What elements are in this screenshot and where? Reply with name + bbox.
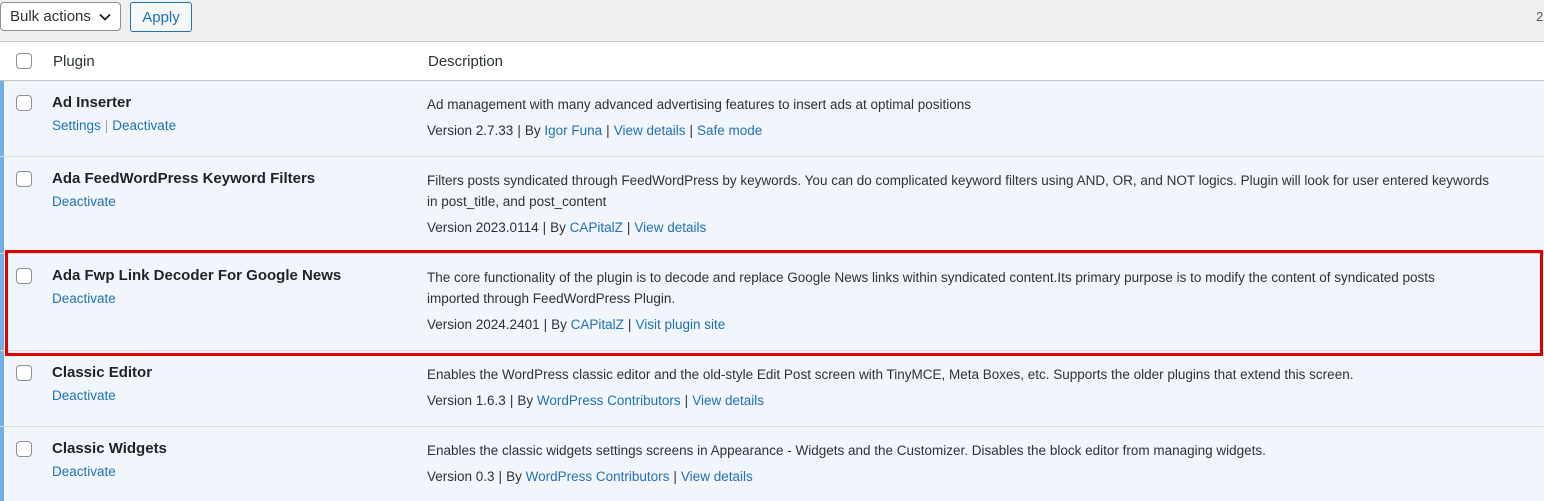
meta-separator: | [673, 469, 677, 484]
plugin-title: Classic Editor [52, 364, 153, 381]
plugin-checkbox[interactable] [16, 365, 32, 381]
plugin-row-ada-feedwordpress-keyword-filters: Ada FeedWordPress Keyword Filters Deacti… [0, 157, 1544, 254]
description-text: Enables the WordPress classic editor and… [427, 367, 1354, 382]
plugin-meta: Version 2023.0114 | By CAPitalZ | View detai… [427, 220, 706, 235]
plugin-meta: Version 1.6.3 | By WordPress Contributors |… [427, 393, 764, 408]
plugin-version: Version 2023.0114 [427, 220, 539, 235]
plugin-version: Version 2.7.33 [427, 123, 514, 138]
plugin-row-classic-widgets: Classic Widgets Deactivate Enables the c… [0, 427, 1544, 501]
tablenav-top: Bulk actions Apply 2 [0, 0, 1544, 38]
item-count: 2 [1536, 9, 1544, 24]
by-label: By [550, 220, 566, 235]
plugin-row-ad-inserter: Ad Inserter Settings | Deactivate Ad manag… [0, 81, 1544, 157]
plugin-description: Enables the WordPress classic editor and… [427, 364, 1544, 385]
author-link[interactable]: CAPitalZ [571, 317, 624, 332]
meta-separator: | [517, 123, 521, 138]
column-header-plugin: Plugin [53, 53, 95, 70]
bulk-actions-label: Bulk actions [10, 8, 91, 25]
description-text: Filters posts syndicated through FeedWor… [427, 173, 1489, 188]
meta-separator: | [606, 123, 610, 138]
deactivate-link[interactable]: Deactivate [52, 388, 116, 403]
meta-separator: | [543, 317, 548, 332]
description-text: imported through FeedWordPress Plugin. [427, 291, 676, 306]
plugin-title: Ada FeedWordPress Keyword Filters [52, 170, 316, 187]
view-details-link[interactable]: View details [681, 469, 753, 484]
plugin-description: Enables the classic widgets settings scr… [427, 440, 1544, 461]
plugins-table: Plugin Description Ad Inserter Settings |… [0, 41, 1544, 501]
chevron-down-icon [99, 13, 111, 21]
plugin-version: Version 1.6.3 [427, 393, 506, 408]
by-label: By [551, 317, 567, 332]
plugin-version: Version 0.3 [427, 469, 495, 484]
apply-button[interactable]: Apply [130, 2, 192, 32]
by-label: By [506, 469, 522, 484]
description-text: in post_title, and post_content [427, 194, 607, 209]
column-header-description: Description [428, 53, 504, 70]
plugin-checkbox[interactable] [16, 95, 32, 111]
row-actions: Deactivate [52, 291, 116, 306]
deactivate-link[interactable]: Deactivate [52, 291, 116, 306]
author-link[interactable]: CAPitalZ [570, 220, 623, 235]
view-details-link[interactable]: View details [634, 220, 706, 235]
row-actions: Deactivate [52, 464, 116, 479]
select-all-checkbox[interactable] [16, 53, 32, 69]
plugin-checkbox[interactable] [16, 171, 32, 187]
plugin-meta: Version 2024.2401 | By CAPitalZ | Visit plug… [427, 317, 725, 332]
visit-plugin-site-link[interactable]: Visit plugin site [635, 317, 725, 332]
description-text: Enables the classic widgets settings scr… [427, 443, 1266, 458]
meta-separator: | [542, 220, 547, 235]
description-text: Ad management with many advanced adverti… [427, 97, 972, 112]
plugin-meta: Version 0.3 | By WordPress Contributors | Vi… [427, 469, 753, 484]
deactivate-link[interactable]: Deactivate [52, 464, 116, 479]
meta-separator: | [509, 393, 514, 408]
plugin-checkbox[interactable] [16, 268, 32, 284]
view-details-link[interactable]: View details [614, 123, 686, 138]
deactivate-link[interactable]: Deactivate [52, 194, 116, 209]
row-actions: Settings | Deactivate [52, 118, 176, 133]
settings-link[interactable]: Settings [52, 118, 101, 133]
meta-separator: | [684, 393, 689, 408]
author-link[interactable]: Igor Funa [544, 123, 602, 138]
plugin-row-ada-fwp-link-decoder: Ada Fwp Link Decoder For Google News Dea… [0, 254, 1544, 351]
plugin-description: Filters posts syndicated through FeedWor… [427, 170, 1544, 212]
meta-separator: | [627, 317, 632, 332]
plugin-title: Ada Fwp Link Decoder For Google News [52, 267, 342, 284]
deactivate-link[interactable]: Deactivate [112, 118, 176, 133]
by-label: By [517, 393, 534, 408]
author-link[interactable]: WordPress Contributors [526, 469, 670, 484]
plugin-description: Ad management with many advanced adverti… [427, 94, 1544, 115]
meta-separator: | [626, 220, 631, 235]
plugin-version: Version 2024.2401 [427, 317, 540, 332]
table-header: Plugin Description [0, 42, 1544, 81]
safe-mode-link[interactable]: Safe mode [697, 123, 762, 138]
view-details-link[interactable]: View details [692, 393, 764, 408]
row-actions: Deactivate [52, 194, 116, 209]
plugin-row-classic-editor: Classic Editor Deactivate Enables the Wo… [0, 351, 1544, 427]
plugin-title: Classic Widgets [52, 440, 167, 457]
action-separator: | [104, 118, 109, 133]
author-link[interactable]: WordPress Contributors [537, 393, 681, 408]
meta-separator: | [689, 123, 693, 138]
plugin-description: The core functionality of the plugin is … [427, 267, 1544, 309]
bulk-actions-select[interactable]: Bulk actions [0, 2, 121, 31]
row-actions: Deactivate [52, 388, 116, 403]
plugin-meta: Version 2.7.33 | By Igor Funa | View details… [427, 123, 762, 138]
meta-separator: | [498, 469, 503, 484]
plugin-title: Ad Inserter [52, 94, 132, 111]
description-text: The core functionality of the plugin is … [427, 270, 1435, 285]
plugin-checkbox[interactable] [16, 441, 32, 457]
by-label: By [524, 123, 541, 138]
